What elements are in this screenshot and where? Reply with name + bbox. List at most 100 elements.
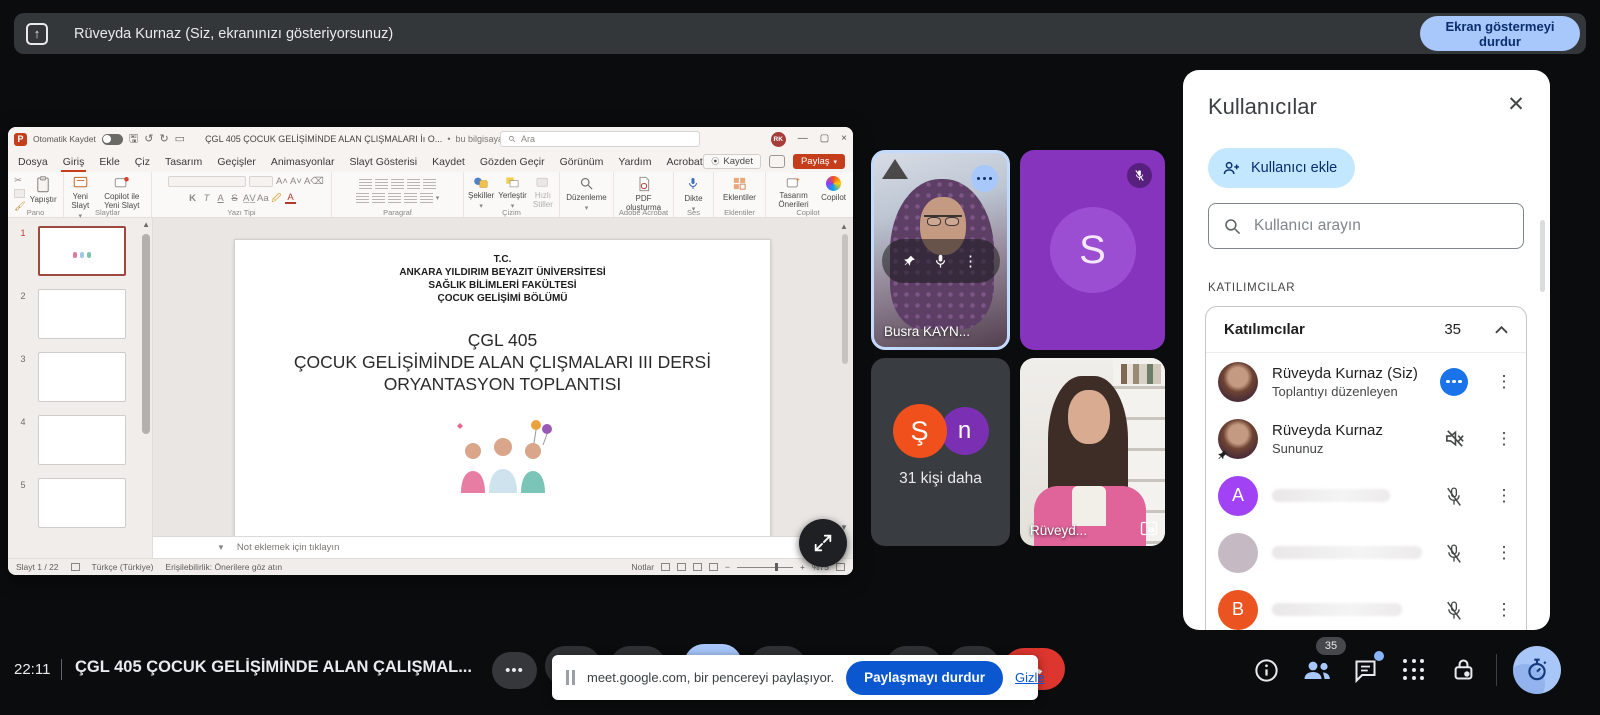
video-tile-busra[interactable]: ⋮ Busra KAYN... <box>871 150 1010 350</box>
row-menu-icon[interactable]: ⋮ <box>1482 372 1526 392</box>
normal-view-icon[interactable] <box>661 563 670 571</box>
mic-off-icon[interactable] <box>1443 599 1465 621</box>
overflow-tile[interactable]: Ş n 31 kişi daha <box>871 358 1010 546</box>
add-user-button[interactable]: Kullanıcı ekle <box>1208 148 1355 188</box>
close-button[interactable]: × <box>841 134 847 144</box>
language-label[interactable]: Türkçe (Türkiye) <box>92 562 154 572</box>
show-everyone-button[interactable] <box>1301 656 1333 687</box>
minimize-button[interactable]: — <box>798 134 808 144</box>
slide-thumbnail-3[interactable] <box>38 352 126 402</box>
save-icon[interactable]: 🖫 <box>129 134 138 145</box>
notes-bar[interactable]: ▼ Not eklemek için tıklayın <box>153 536 839 558</box>
chat-button[interactable] <box>1352 657 1379 687</box>
slide-thumbnail-1[interactable] <box>38 226 126 276</box>
thumbnail-row-2[interactable]: 2 <box>8 289 152 339</box>
menu-gecisler[interactable]: Geçişler <box>217 156 256 168</box>
record-button[interactable]: ⦿Kaydet <box>703 154 761 169</box>
participant-row[interactable]: A ⋮ <box>1206 467 1526 524</box>
fit-slide-icon[interactable] <box>836 563 845 571</box>
participant-row[interactable]: Rüveyda Kurnaz Sununuz ⋮ <box>1206 410 1526 467</box>
picture-in-picture-button[interactable] <box>1140 521 1158 539</box>
menu-kaydet[interactable]: Kaydet <box>432 156 465 168</box>
clipboard-small-icons[interactable]: ✂ 🖌 <box>14 175 25 212</box>
list-buttons-row[interactable] <box>359 179 436 189</box>
row-menu-icon[interactable]: ⋮ <box>1482 543 1526 563</box>
participants-card-header[interactable]: Katılımcılar 35 <box>1206 307 1526 353</box>
addins-button[interactable]: Eklentiler <box>723 175 756 202</box>
tile-menu-icon[interactable]: ⋮ <box>963 254 978 269</box>
create-pdf-button[interactable]: PDF oluşturma <box>618 175 669 212</box>
present-icon[interactable]: ▭ <box>175 134 185 145</box>
copilot-button[interactable]: Copilot <box>821 175 846 202</box>
mic-icon[interactable] <box>932 253 949 270</box>
thumbnail-scrollbar[interactable] <box>142 234 150 434</box>
menu-acrobat[interactable]: Acrobat <box>666 156 702 168</box>
shapes-button[interactable]: Şekiller▾ <box>468 175 494 211</box>
slide-scrollbar[interactable]: ▲ ▼ ✎ <box>840 222 850 554</box>
audio-off-icon[interactable] <box>1443 427 1466 450</box>
font-name-size-row[interactable]: A˄A˅A⌫ <box>168 176 315 187</box>
participant-row[interactable]: B ⋮ <box>1206 581 1526 630</box>
ppt-share-button[interactable]: Paylaş▾ <box>793 154 845 169</box>
menu-giris[interactable]: Giriş <box>63 156 85 168</box>
thumb-scroll-up-icon[interactable]: ▲ <box>142 220 150 229</box>
row-menu-icon[interactable]: ⋮ <box>1482 486 1526 506</box>
hide-notification-link[interactable]: Gizle <box>1015 670 1045 685</box>
slide-thumbnail-4[interactable] <box>38 415 126 465</box>
zoom-in-icon[interactable]: + <box>800 562 805 572</box>
ppt-user-avatar[interactable]: RK <box>771 132 786 147</box>
pin-icon[interactable] <box>903 254 918 269</box>
slide-thumbnail-2[interactable] <box>38 289 126 339</box>
menu-tasarim[interactable]: Tasarım <box>165 156 202 168</box>
mic-off-icon[interactable] <box>1443 485 1465 507</box>
comment-icon[interactable] <box>769 155 785 168</box>
menu-ciz[interactable]: Çiz <box>135 156 150 168</box>
expand-shared-screen-button[interactable] <box>799 519 847 567</box>
menu-dosya[interactable]: Dosya <box>18 156 48 168</box>
copilot-new-slide-button[interactable]: Copilot ile Yeni Slayt <box>97 175 147 210</box>
activities-button[interactable] <box>1403 659 1424 680</box>
stop-presenting-button[interactable]: Ekran göstermeyi durdur <box>1420 16 1580 51</box>
accessibility-label[interactable]: Erişilebilirlik: Önerilere göz atın <box>165 562 282 572</box>
close-panel-button[interactable]: ✕ <box>1500 88 1532 120</box>
design-ideas-button[interactable]: Tasarım Önerileri <box>770 175 817 209</box>
stop-sharing-button[interactable]: Paylaşmayı durdur <box>846 661 1003 695</box>
mic-off-icon[interactable] <box>1443 542 1465 564</box>
quick-styles-button[interactable]: Hızlı Stiller <box>531 175 555 209</box>
participant-row[interactable]: ⋮ <box>1206 524 1526 581</box>
editing-button[interactable]: Düzenleme▾ <box>566 175 606 213</box>
video-tile-s[interactable]: S <box>1020 150 1165 350</box>
menu-slayt-gosterisi[interactable]: Slayt Gösterisi <box>349 156 417 168</box>
font-format-row[interactable]: K T A S A̲V̲Aa 🖉 A <box>187 191 296 207</box>
slide-thumbnail-5[interactable] <box>38 478 126 528</box>
panel-scrollbar[interactable] <box>1540 220 1545 292</box>
notes-collapse-icon[interactable]: ▼ <box>217 543 225 552</box>
slide-canvas[interactable]: T.C. ANKARA YILDIRIM BEYAZIT ÜNİVERSİTES… <box>234 239 771 541</box>
display-settings-icon[interactable] <box>71 563 80 571</box>
user-search-box[interactable] <box>1208 203 1524 249</box>
user-search-input[interactable] <box>1254 217 1484 235</box>
zoom-out-icon[interactable]: − <box>725 562 730 572</box>
notes-toggle[interactable]: Notlar <box>631 562 654 572</box>
thumbnail-row-4[interactable]: 4 <box>8 415 152 465</box>
thumbnail-row-1[interactable]: 1 <box>8 226 152 276</box>
pause-sharing-icon[interactable] <box>566 670 575 685</box>
meeting-details-button[interactable] <box>1253 657 1280 687</box>
reading-view-icon[interactable] <box>693 563 702 571</box>
autosave-toggle[interactable] <box>102 134 123 145</box>
redo-icon[interactable]: ↻ <box>159 134 168 145</box>
maximize-button[interactable]: ▢ <box>820 134 829 144</box>
row-menu-icon[interactable]: ⋮ <box>1482 600 1526 620</box>
slideshow-icon[interactable] <box>709 563 718 571</box>
video-tile-ruveyda[interactable]: Rüveyd... <box>1020 358 1165 546</box>
host-controls-button[interactable] <box>1450 656 1477 686</box>
slide-editor-area[interactable]: T.C. ANKARA YILDIRIM BEYAZIT ÜNİVERSİTES… <box>153 218 853 558</box>
thumbnail-row-3[interactable]: 3 <box>8 352 152 402</box>
ppt-search-box[interactable]: Ara <box>500 131 700 147</box>
participant-row[interactable]: Rüveyda Kurnaz (Siz) Toplantıyı düzenley… <box>1206 353 1526 410</box>
menu-gorunum[interactable]: Görünüm <box>560 156 604 168</box>
thumbnail-row-5[interactable]: 5 <box>8 478 152 528</box>
undo-icon[interactable]: ↺ <box>144 134 153 145</box>
host-more-actions-button[interactable] <box>1440 368 1468 396</box>
align-buttons-row[interactable]: ▾ <box>356 193 440 203</box>
